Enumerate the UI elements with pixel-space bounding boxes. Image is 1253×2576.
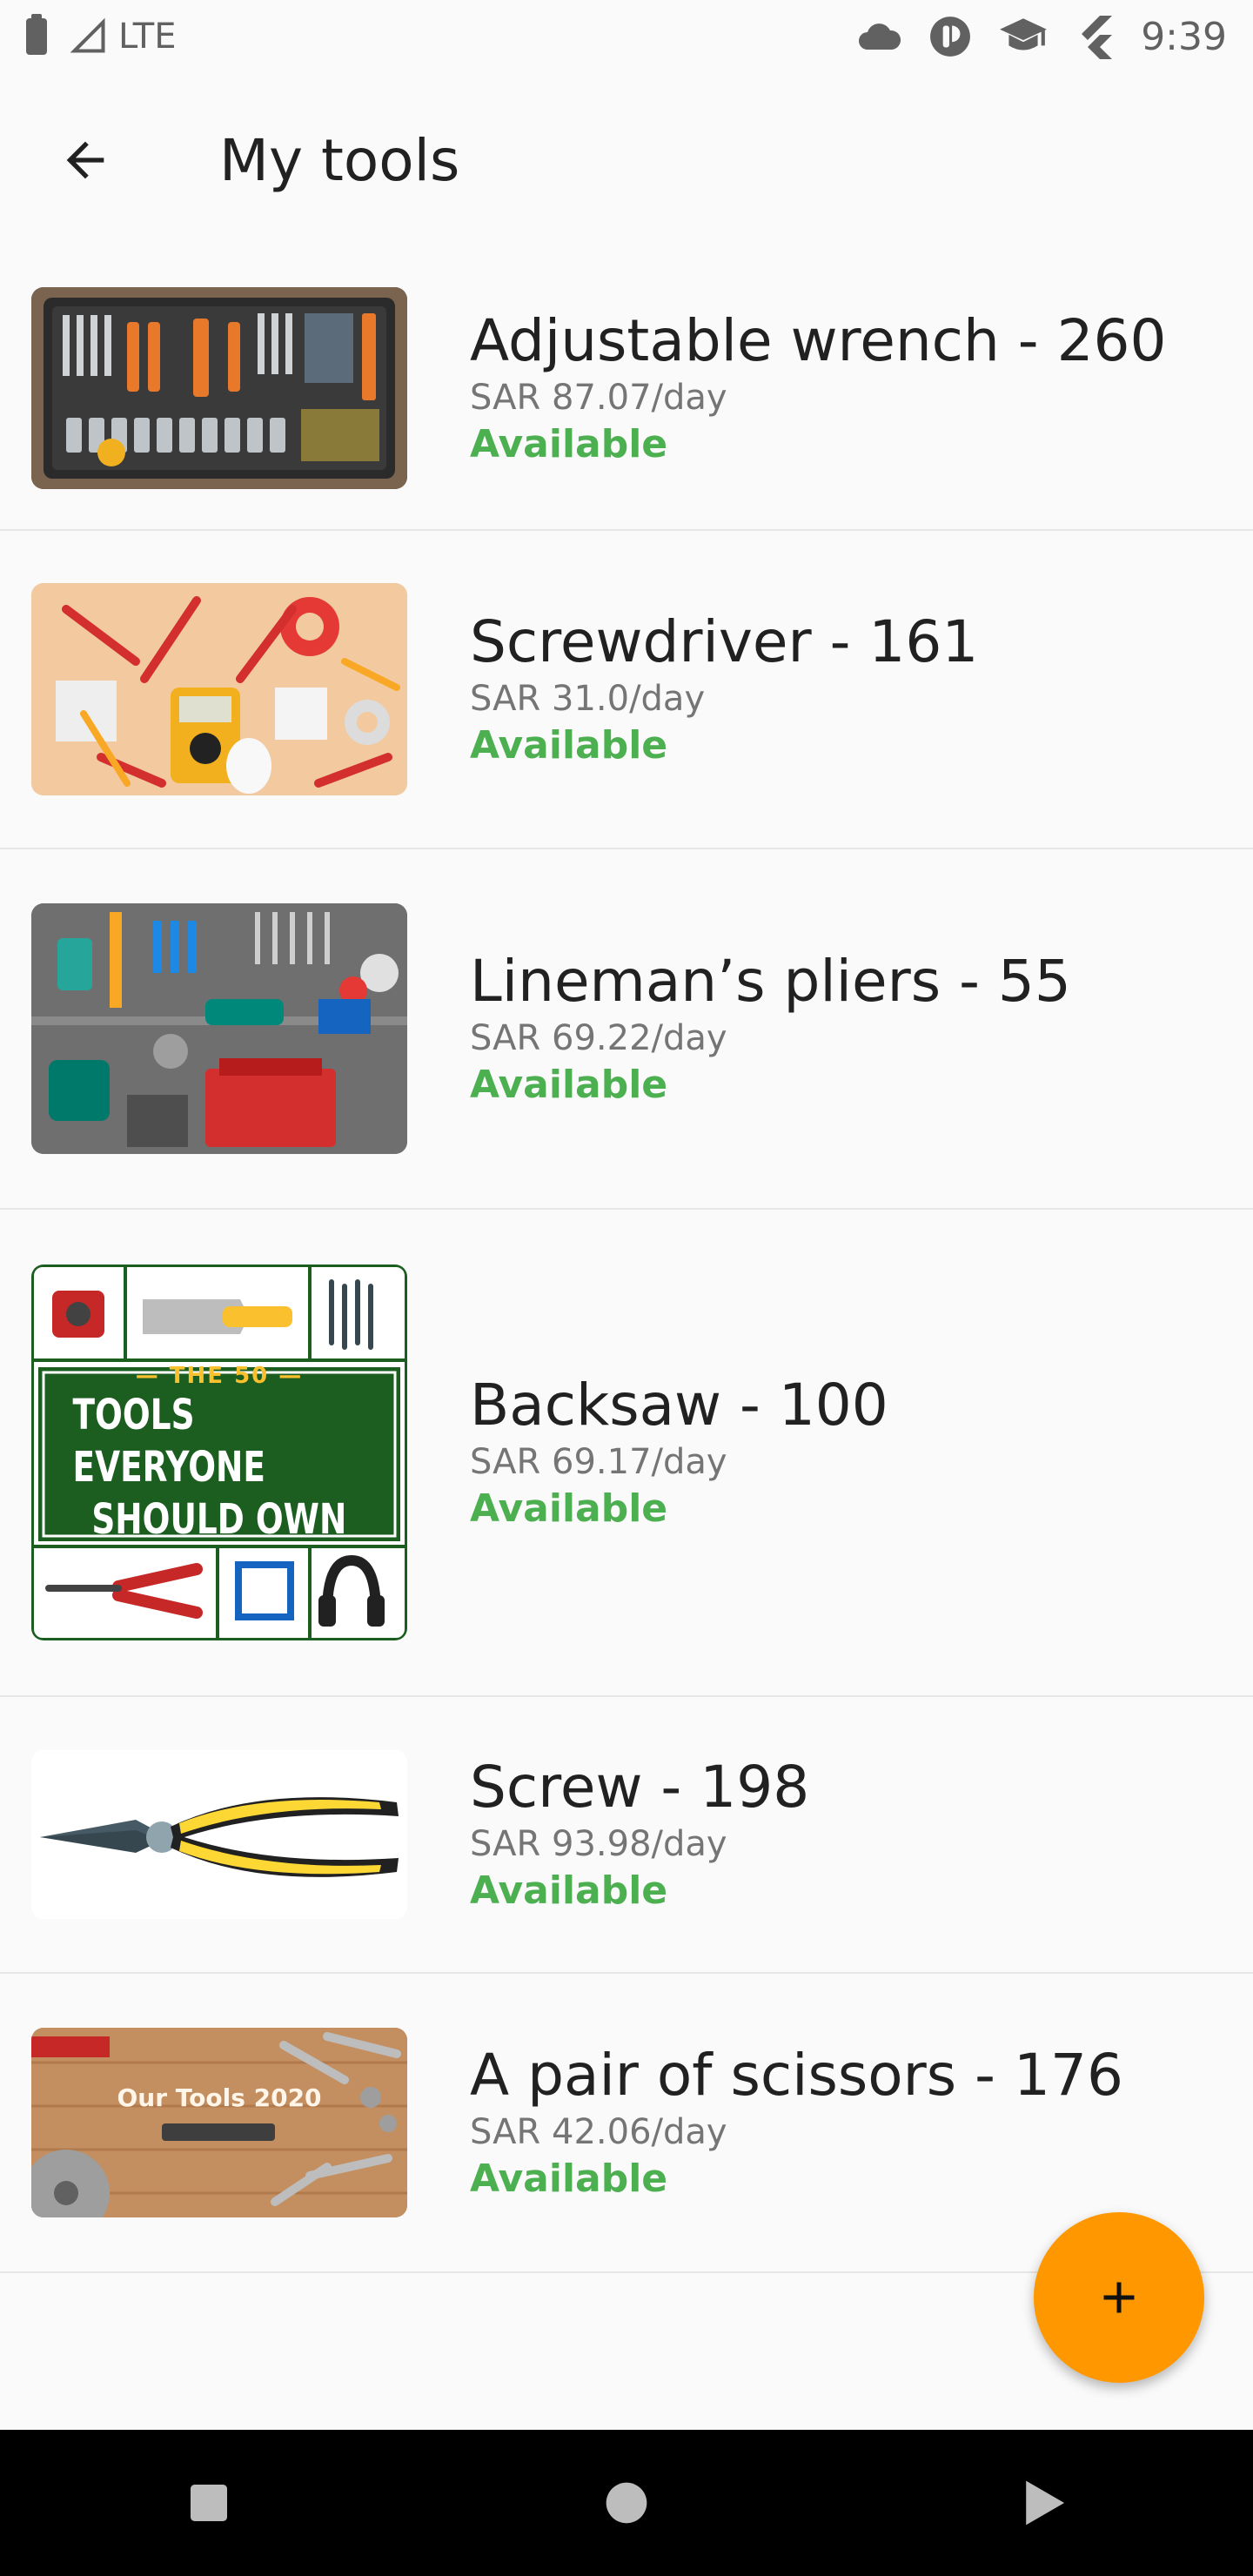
home-icon	[606, 2482, 647, 2524]
tool-price: SAR 42.06/day	[470, 2112, 727, 2152]
poster-headline-2: SHOULD OWN	[91, 1495, 347, 1544]
tool-list: Adjustable wrench - 260 SAR 87.07/day Av…	[0, 247, 1253, 2273]
tool-title: Screwdriver - 161	[470, 608, 979, 675]
item-text: A pair of scissors - 176 SAR 42.06/day A…	[470, 2042, 1123, 2204]
tool-image-pegboard	[31, 903, 407, 1154]
tool-price: SAR 31.0/day	[470, 679, 706, 719]
list-item[interactable]: Screwdriver - 161 SAR 31.0/day Available	[0, 531, 1253, 849]
tool-price: SAR 69.22/day	[470, 1018, 727, 1058]
flutter-icon	[1082, 16, 1113, 59]
tool-price: SAR 87.07/day	[470, 378, 727, 418]
tool-price: SAR 93.98/day	[470, 1824, 727, 1864]
tool-image-poster: — THE 50 — TOOLS EVERYONE SHOULD OWN	[31, 1265, 407, 1640]
add-tool-button[interactable]	[1034, 2212, 1204, 2383]
network-type: LTE	[118, 17, 177, 57]
tool-status: Available	[470, 1486, 668, 1531]
tool-status: Available	[470, 723, 668, 768]
tool-price: SAR 69.17/day	[470, 1442, 727, 1482]
tool-status: Available	[470, 2157, 668, 2201]
item-text: Screwdriver - 161 SAR 31.0/day Available	[470, 608, 978, 770]
plus-icon	[1103, 2282, 1135, 2313]
tool-image-banner: Our Tools 2020	[31, 2028, 407, 2217]
status-bar: LTE 9:39	[0, 0, 1253, 73]
home-button[interactable]	[574, 2451, 679, 2555]
tool-title: A pair of scissors - 176	[470, 2042, 1123, 2109]
poster-subtitle: — THE 50 —	[135, 1363, 304, 1389]
page-title: My tools	[219, 126, 460, 194]
poster-headline-1: TOOLS EVERYONE	[72, 1391, 265, 1492]
cloud-icon	[859, 23, 901, 50]
arrow-back-icon	[66, 141, 104, 179]
status-left: LTE	[26, 14, 177, 57]
poster-text: — THE 50 — TOOLS EVERYONE SHOULD OWN	[31, 1363, 407, 1544]
item-text: Screw - 198 SAR 93.98/day Available	[470, 1754, 809, 1915]
graduation-cap-icon	[1000, 18, 1048, 50]
tool-title: Screw - 198	[470, 1754, 810, 1821]
app-notification-icon	[930, 17, 971, 57]
list-item[interactable]: Our Tools 2020 A pair of scissors - 176 …	[0, 1974, 1253, 2273]
banner-caption: Our Tools 2020	[117, 2083, 322, 2112]
status-right: 9:39	[857, 14, 1227, 59]
item-text: Lineman’s pliers - 55 SAR 69.22/day Avai…	[470, 948, 1071, 1110]
tool-image-electrical	[31, 583, 407, 795]
battery-icon	[26, 14, 47, 55]
back-triangle-icon	[1026, 2480, 1065, 2526]
tool-image-toolbox	[31, 287, 407, 489]
tool-title: Adjustable wrench - 260	[470, 307, 1167, 374]
list-item[interactable]: Adjustable wrench - 260 SAR 87.07/day Av…	[0, 247, 1253, 531]
item-text: Adjustable wrench - 260 SAR 87.07/day Av…	[470, 307, 1167, 469]
clock: 9:39	[1141, 14, 1227, 59]
system-nav-bar	[0, 2430, 1253, 2576]
back-button[interactable]	[33, 108, 137, 212]
tool-status: Available	[470, 422, 668, 466]
signal-icon	[70, 17, 105, 53]
tool-image-pliers	[31, 1750, 407, 1919]
tool-status: Available	[470, 1868, 668, 1913]
item-text: Backsaw - 100 SAR 69.17/day Available	[470, 1372, 888, 1533]
back-nav-button[interactable]	[992, 2451, 1096, 2555]
tool-status: Available	[470, 1063, 668, 1107]
recent-apps-icon	[191, 2485, 227, 2521]
tool-title: Backsaw - 100	[470, 1372, 888, 1439]
list-item[interactable]: — THE 50 — TOOLS EVERYONE SHOULD OWN Bac…	[0, 1210, 1253, 1697]
tool-title: Lineman’s pliers - 55	[470, 948, 1071, 1015]
list-item[interactable]: Lineman’s pliers - 55 SAR 69.22/day Avai…	[0, 849, 1253, 1210]
list-item[interactable]: Screw - 198 SAR 93.98/day Available	[0, 1697, 1253, 1974]
recent-apps-button[interactable]	[157, 2451, 261, 2555]
app-bar: My tools	[0, 73, 1253, 247]
